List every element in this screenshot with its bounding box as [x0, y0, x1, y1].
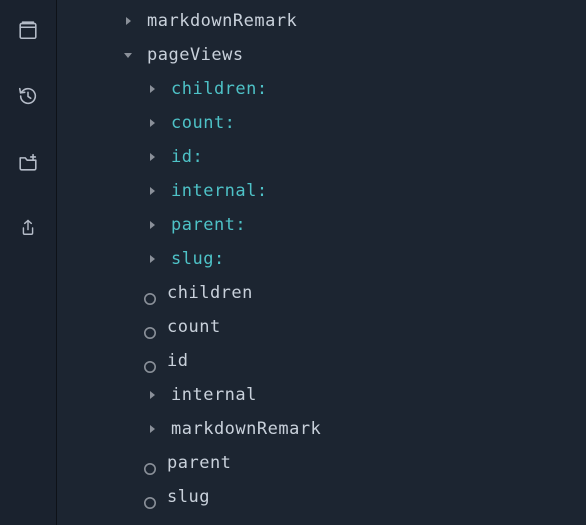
tree-row-label: children: [167, 276, 253, 310]
tree-row-label: slug:: [171, 242, 225, 276]
tree-row[interactable]: slug:: [57, 242, 586, 276]
chevron-right-icon: [143, 83, 161, 95]
tree-row-label: slug: [167, 480, 210, 514]
chevron-right-icon: [143, 389, 161, 401]
chevron-right-icon: [143, 423, 161, 435]
tree-row[interactable]: slug: [57, 480, 586, 514]
tree-row[interactable]: markdownRemark: [57, 412, 586, 446]
tree-row[interactable]: pageViews: [57, 38, 586, 72]
tree-row-label: children:: [171, 72, 268, 106]
tree-row[interactable]: internal:: [57, 174, 586, 208]
tree-row-label: internal:: [171, 174, 268, 208]
chevron-right-icon: [143, 219, 161, 231]
sidebar-iconbar: [0, 0, 56, 525]
tree-row-label: id:: [171, 140, 203, 174]
tree-row[interactable]: count:: [57, 106, 586, 140]
chevron-right-icon: [143, 151, 161, 163]
tree-row-label: id: [167, 344, 188, 378]
history-icon[interactable]: [16, 84, 40, 108]
schema-tree: markdownRemarkpageViewschildren:count:id…: [57, 0, 586, 525]
leaf-icon: [143, 320, 157, 334]
leaf-icon: [143, 490, 157, 504]
docs-panel-icon[interactable]: [16, 18, 40, 42]
tree-row-label: markdownRemark: [171, 412, 321, 446]
tree-row[interactable]: id: [57, 344, 586, 378]
tree-row[interactable]: children: [57, 276, 586, 310]
chevron-right-icon: [143, 117, 161, 129]
tree-row-label: parent: [167, 446, 231, 480]
tree-row-label: parent:: [171, 208, 246, 242]
tree-row[interactable]: children:: [57, 72, 586, 106]
tree-row[interactable]: id:: [57, 140, 586, 174]
tree-row[interactable]: internal: [57, 378, 586, 412]
tree-row-label: internal: [171, 378, 257, 412]
tree-row[interactable]: count: [57, 310, 586, 344]
leaf-icon: [143, 286, 157, 300]
new-folder-icon[interactable]: [16, 150, 40, 174]
chevron-right-icon: [143, 253, 161, 265]
tree-row[interactable]: parent:: [57, 208, 586, 242]
chevron-right-icon: [143, 185, 161, 197]
share-icon[interactable]: [16, 216, 40, 240]
tree-row[interactable]: parent: [57, 446, 586, 480]
tree-row-label: count:: [171, 106, 235, 140]
leaf-icon: [143, 354, 157, 368]
chevron-down-icon: [119, 49, 137, 61]
tree-row-label: pageViews: [147, 38, 244, 72]
tree-row-label: count: [167, 310, 221, 344]
chevron-right-icon: [119, 15, 137, 27]
tree-row[interactable]: markdownRemark: [57, 4, 586, 38]
tree-row-label: markdownRemark: [147, 4, 297, 38]
leaf-icon: [143, 456, 157, 470]
